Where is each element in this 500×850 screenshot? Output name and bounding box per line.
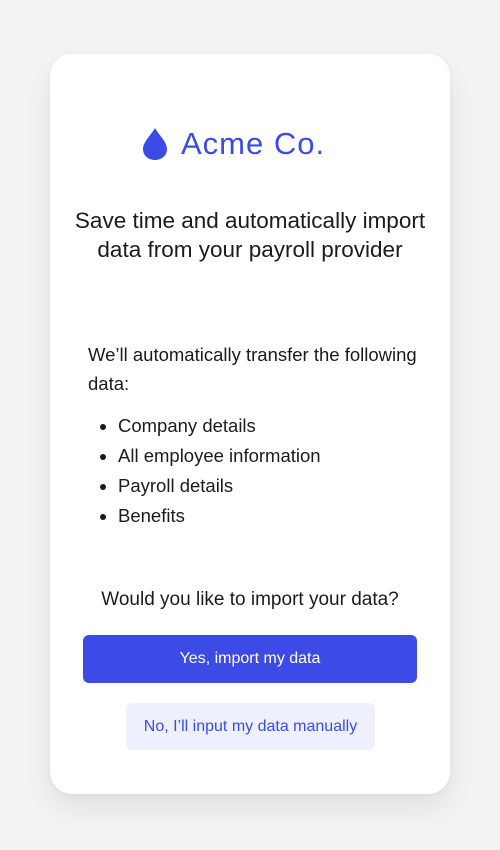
list-item: All employee information	[118, 441, 321, 471]
import-question: Would you like to import your data?	[101, 589, 399, 610]
list-item: Payroll details	[118, 471, 321, 501]
import-data-button[interactable]: Yes, import my data	[83, 635, 417, 683]
brand-name: Acme Co.	[181, 126, 326, 161]
list-item: Company details	[118, 411, 321, 441]
intro-text: We’ll automatically transfer the followi…	[88, 344, 417, 394]
list-item: Benefits	[118, 501, 321, 531]
brand-logo: Acme Co.	[142, 124, 325, 164]
page-headline: Save time and automatically import data …	[74, 208, 426, 262]
import-data-card: Acme Co. Save time and automatically imp…	[50, 54, 450, 794]
manual-input-button[interactable]: No, I’ll input my data manually	[126, 703, 375, 750]
drop-icon	[143, 128, 167, 160]
data-items-list: Company details All employee information…	[88, 411, 321, 531]
